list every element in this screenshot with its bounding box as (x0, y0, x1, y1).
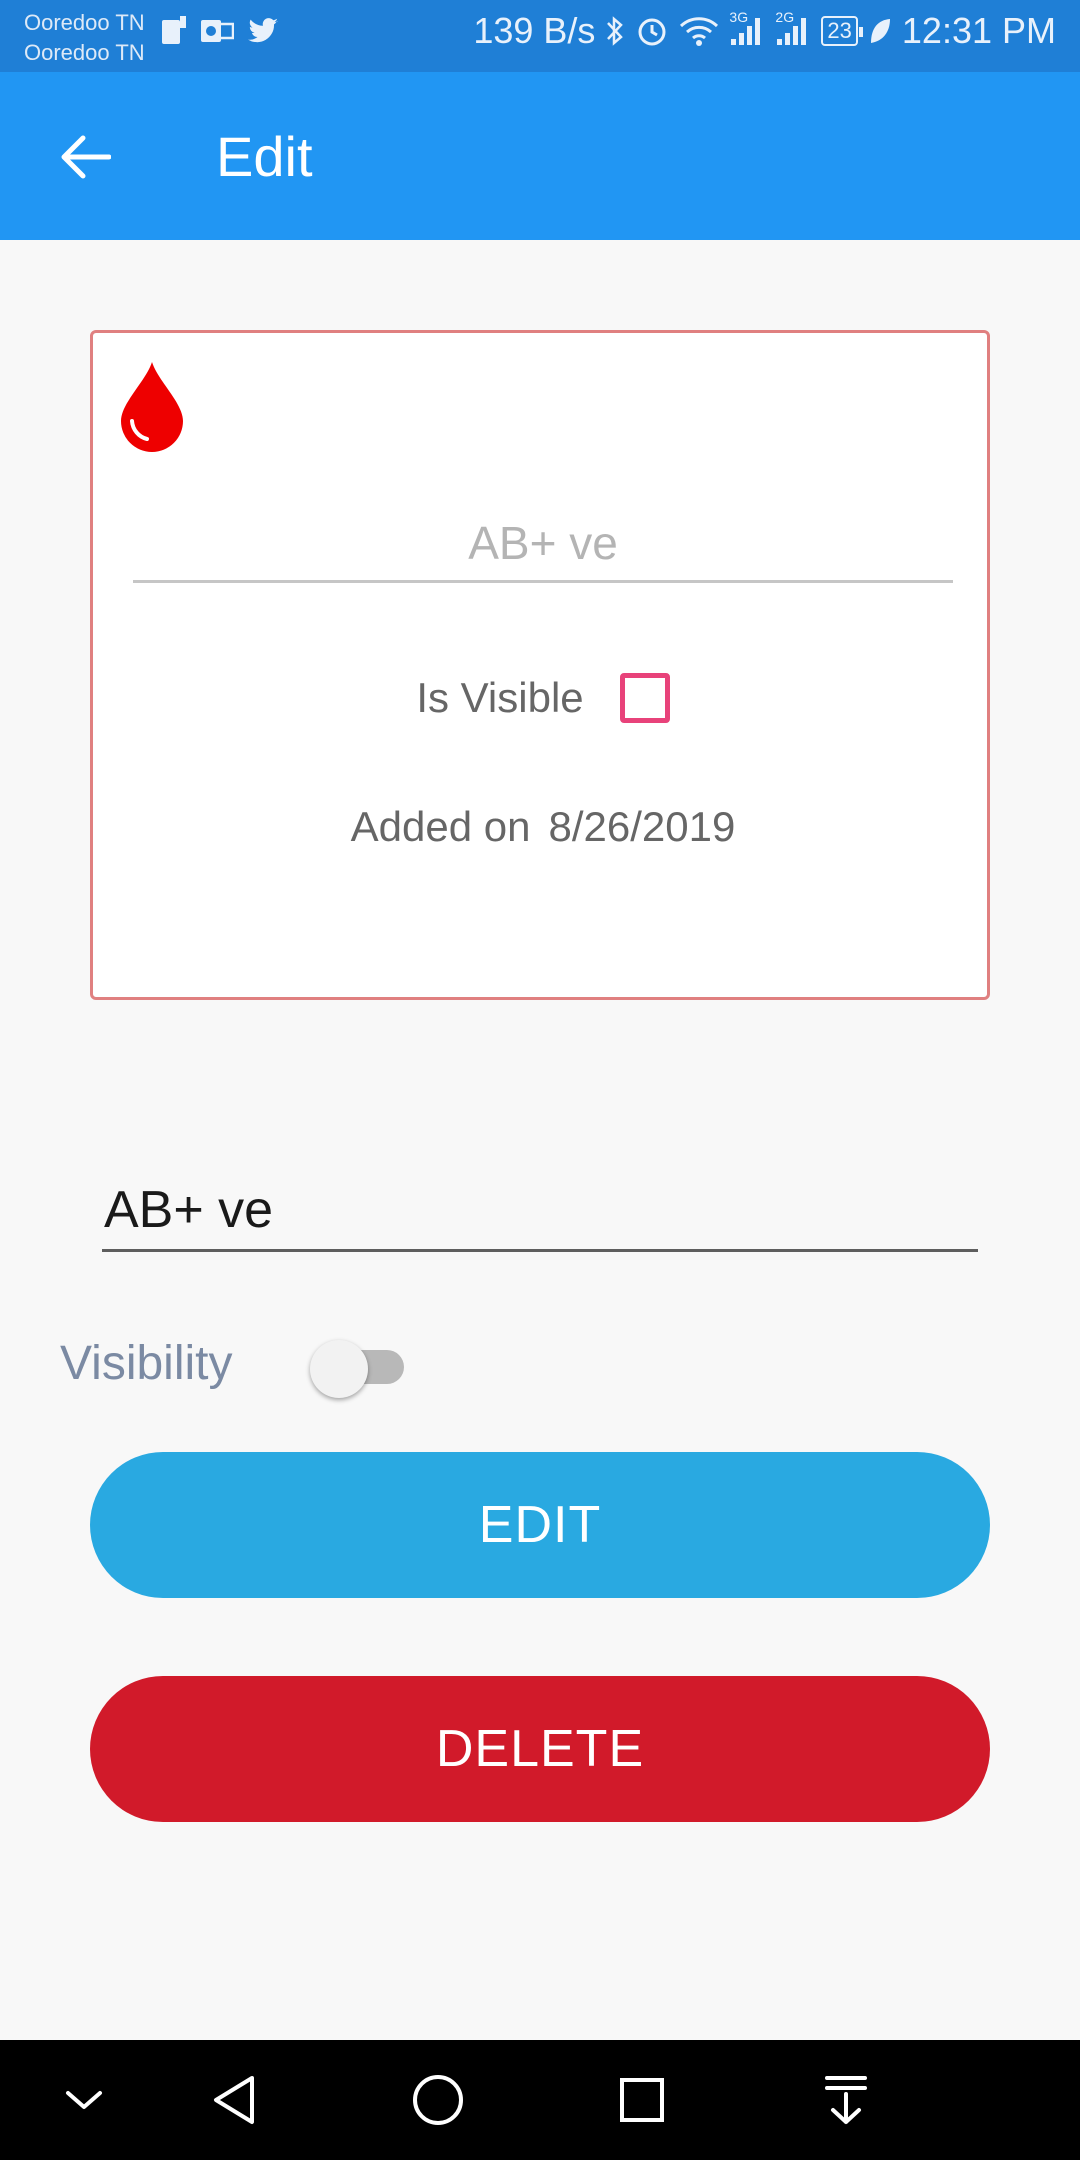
visibility-switch[interactable] (310, 1336, 410, 1398)
carrier-labels: Ooredoo TN Ooredoo TN (24, 8, 145, 68)
arrow-back-icon (61, 135, 111, 179)
navigation-bar (0, 2040, 1080, 2160)
recents-square-icon[interactable] (612, 2070, 672, 2130)
carrier-2: Ooredoo TN (24, 40, 145, 65)
app-bar: Edit (0, 72, 1080, 240)
alarm-icon (635, 14, 669, 48)
page-title: Edit (216, 125, 313, 188)
back-triangle-icon[interactable] (204, 2070, 264, 2130)
outlook-icon (200, 16, 234, 46)
notification-pull-icon[interactable] (816, 2070, 876, 2130)
is-visible-label: Is Visible (416, 674, 584, 721)
is-visible-row: Is Visible (93, 673, 993, 723)
twitter-icon (246, 16, 280, 46)
added-on-row: Added on 8/26/2019 (93, 803, 993, 851)
signal-2g-icon: 2G (775, 9, 811, 47)
notification-icons (160, 14, 280, 48)
card-blood-type: AB+ ve (133, 503, 953, 583)
net-speed: 139 B/s (473, 10, 596, 51)
visibility-label: Visibility (60, 1337, 233, 1390)
added-on-date: 8/26/2019 (548, 803, 736, 850)
bluetooth-icon (605, 14, 625, 48)
home-circle-icon[interactable] (408, 2070, 468, 2130)
clock: 12:31 PM (901, 10, 1056, 51)
delete-button[interactable]: DELETE (90, 1676, 990, 1822)
is-visible-checkbox[interactable] (619, 673, 670, 723)
battery-icon: 23 (821, 16, 864, 46)
status-bar: Ooredoo TN Ooredoo TN 139 B/s 3G 2G 23 1… (0, 0, 1080, 72)
blood-drop-icon (117, 359, 187, 460)
switch-thumb (310, 1340, 368, 1398)
chevron-down-icon[interactable] (54, 2070, 114, 2130)
blood-type-input[interactable]: AB+ ve (102, 1170, 978, 1252)
edit-button[interactable]: EDIT (90, 1452, 990, 1598)
usb-icon (160, 14, 188, 48)
blood-type-card: AB+ ve Is Visible Added on 8/26/2019 (90, 330, 990, 1000)
signal-3g-icon: 3G (729, 9, 765, 47)
added-on-label: Added on (350, 803, 531, 850)
back-button[interactable] (50, 122, 120, 192)
leaf-icon (868, 16, 892, 46)
system-status: 139 B/s 3G 2G 23 12:31 PM (473, 9, 1056, 52)
carrier-1: Ooredoo TN (24, 10, 145, 35)
wifi-icon (679, 15, 719, 47)
